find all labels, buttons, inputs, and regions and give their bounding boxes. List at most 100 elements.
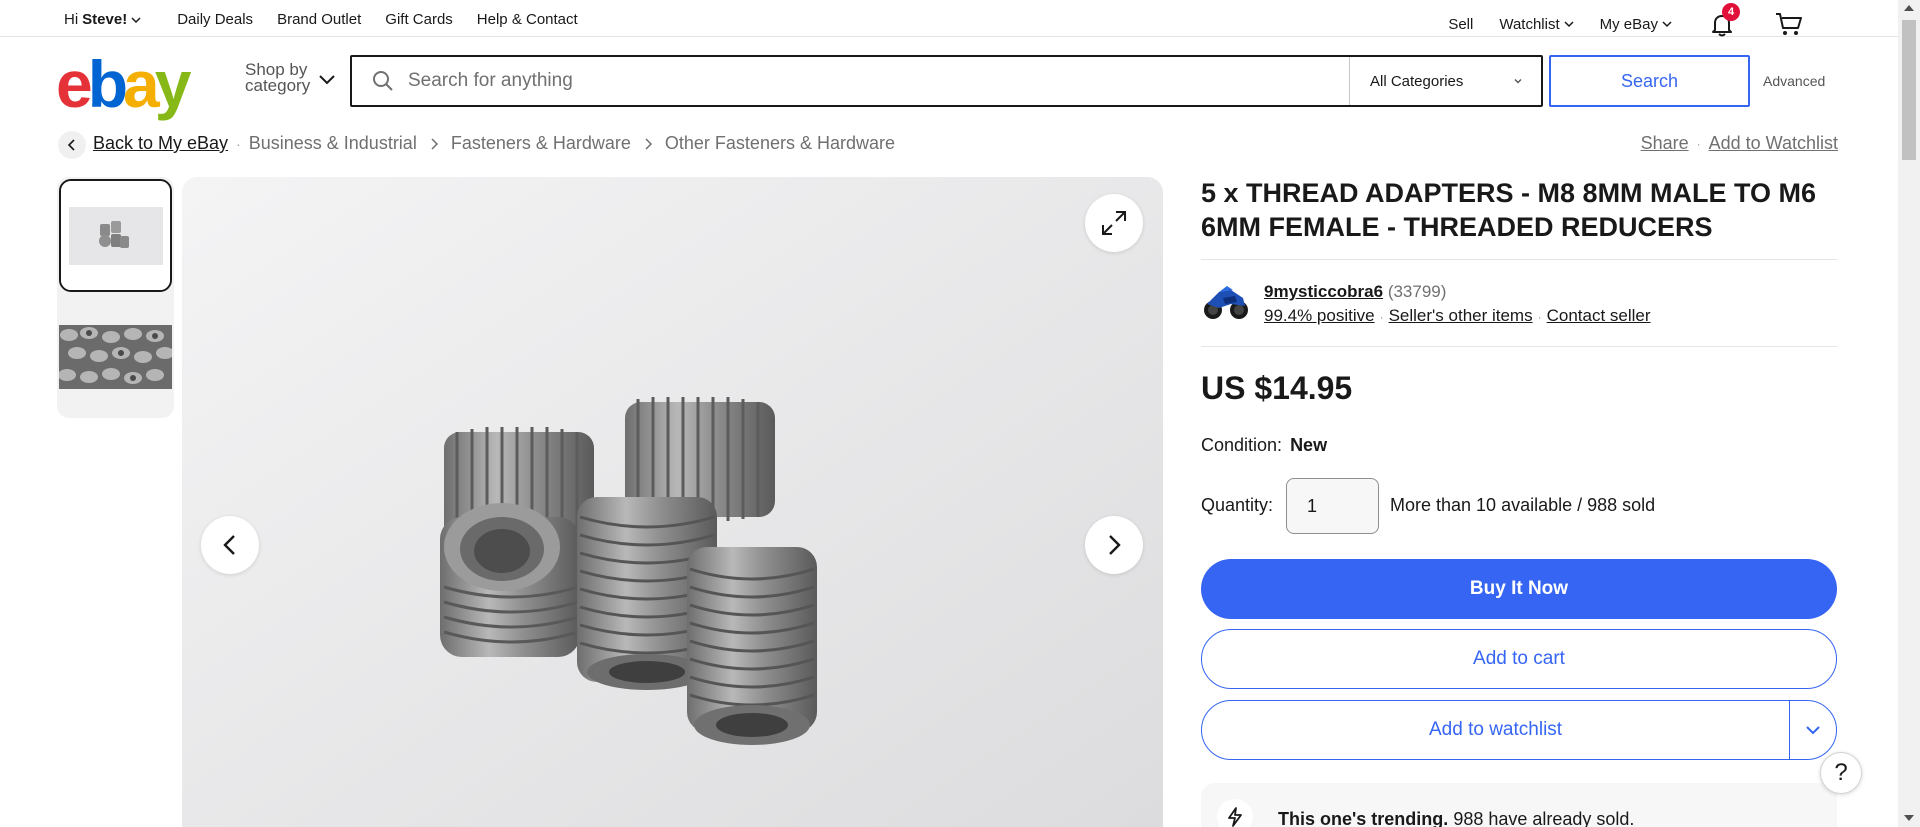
scroll-up-arrow-icon[interactable]: [1904, 5, 1914, 11]
user-name: Steve!: [82, 11, 128, 28]
previous-image-button[interactable]: [201, 516, 259, 574]
watchlist-label: Watchlist: [1499, 15, 1560, 33]
condition-row: Condition: New: [1201, 435, 1327, 456]
next-image-button[interactable]: [1085, 516, 1143, 574]
trending-bold-text: This one's trending.: [1278, 809, 1449, 827]
trending-sold-text: 988 have already sold.: [1453, 809, 1635, 827]
thumbnail-image[interactable]: [59, 301, 172, 414]
search-input[interactable]: Search for anything: [408, 70, 1349, 92]
item-price: US $14.95: [1201, 370, 1353, 406]
breadcrumb-dot: ·: [236, 135, 241, 152]
thumbnail-image[interactable]: [59, 179, 172, 292]
breadcrumb: Back to My eBay · Business & Industrial …: [93, 133, 895, 154]
chevron-down-icon: [1662, 21, 1672, 28]
category-select-value: All Categories: [1370, 72, 1464, 90]
search-bar: Search for anything All Categories: [350, 55, 1543, 107]
gift-cards-link[interactable]: Gift Cards: [385, 11, 453, 28]
seller-name-link[interactable]: 9mysticcobra6: [1264, 282, 1383, 301]
share-watch-links: Share · Add to Watchlist: [1641, 133, 1838, 154]
product-photo: [182, 177, 1163, 827]
seller-positive-link[interactable]: 99.4% positive: [1264, 306, 1375, 325]
greeting-prefix: Hi: [64, 11, 79, 28]
condition-value: New: [1290, 435, 1328, 455]
seller-row: 9mysticcobra6 (33799): [1264, 280, 1651, 304]
add-to-watchlist-label: Add to watchlist: [1429, 719, 1563, 740]
daily-deals-link[interactable]: Daily Deals: [177, 11, 253, 28]
separator-dot: ·: [1379, 310, 1384, 324]
top-left-links: Hi Steve! Daily Deals Brand Outlet Gift …: [64, 11, 602, 28]
quantity-label: Quantity:: [1201, 495, 1274, 515]
seller-links-row: 99.4% positive · Seller's other items · Cont…: [1264, 304, 1651, 329]
chevron-left-icon: [67, 139, 75, 151]
expand-icon: [1102, 211, 1126, 235]
help-contact-link[interactable]: Help & Contact: [477, 11, 578, 28]
logo-letter-y: y: [154, 47, 192, 121]
back-button[interactable]: [58, 131, 86, 159]
condition-label: Condition:: [1201, 435, 1283, 455]
buy-it-now-button[interactable]: Buy It Now: [1201, 559, 1837, 619]
brand-outlet-link[interactable]: Brand Outlet: [277, 11, 361, 28]
chevron-left-icon: [223, 535, 235, 555]
notifications-button[interactable]: 4: [1708, 3, 1740, 38]
seller-other-items-link[interactable]: Seller's other items: [1389, 306, 1533, 325]
trending-banner: This one's trending. 988 have already so…: [1201, 783, 1837, 827]
top-utility-bar: Hi Steve! Daily Deals Brand Outlet Gift …: [0, 0, 1898, 37]
separator-dot: ·: [1537, 310, 1542, 324]
advanced-search-link[interactable]: Advanced: [1763, 73, 1825, 89]
expand-image-button[interactable]: [1085, 194, 1143, 252]
my-ebay-label: My eBay: [1599, 15, 1658, 33]
share-link[interactable]: Share: [1641, 133, 1689, 154]
ebay-logo[interactable]: ebay: [56, 51, 191, 117]
breadcrumb-item[interactable]: Business & Industrial: [249, 133, 417, 154]
watchlist-dropdown-toggle[interactable]: [1790, 725, 1836, 735]
shop-by-category-button[interactable]: Shop by category: [245, 61, 315, 94]
logo-letter-b: b: [87, 47, 128, 121]
add-to-watchlist-button[interactable]: Add to watchlist: [1201, 700, 1837, 760]
add-to-watchlist-link[interactable]: Add to Watchlist: [1709, 133, 1838, 154]
logo-letter-e: e: [56, 47, 93, 121]
chevron-right-icon: [1109, 535, 1121, 555]
search-icon: [373, 71, 393, 91]
page-scrollbar[interactable]: [1898, 0, 1920, 827]
divider: [1201, 346, 1837, 347]
back-to-my-ebay-link[interactable]: Back to My eBay: [93, 133, 228, 154]
chevron-down-icon: [1564, 21, 1574, 28]
cart-icon[interactable]: [1774, 9, 1804, 39]
category-select[interactable]: All Categories: [1349, 57, 1541, 105]
help-button[interactable]: ?: [1820, 752, 1862, 794]
seller-feedback-count: (33799): [1387, 282, 1447, 301]
chevron-right-icon: [645, 137, 652, 150]
chevron-down-icon: [1514, 79, 1522, 84]
listing-title: 5 x THREAD ADAPTERS - M8 8MM MALE TO M6 …: [1201, 178, 1817, 242]
logo-letter-a: a: [123, 47, 160, 121]
seller-avatar[interactable]: [1201, 280, 1249, 320]
chevron-down-icon: [131, 16, 141, 23]
quantity-input[interactable]: 1: [1286, 478, 1379, 534]
chevron-right-icon: [431, 137, 438, 150]
scrollbar-thumb[interactable]: [1902, 20, 1916, 160]
sell-link[interactable]: Sell: [1448, 16, 1473, 33]
add-to-cart-button[interactable]: Add to cart: [1201, 629, 1837, 689]
chevron-down-icon: [1806, 726, 1820, 735]
watchlist-menu[interactable]: Watchlist: [1499, 15, 1574, 33]
availability-text: More than 10 available / 988 sold: [1390, 495, 1656, 515]
chevron-down-icon[interactable]: [318, 72, 336, 86]
scroll-down-arrow-icon[interactable]: [1904, 815, 1914, 821]
notification-badge: 4: [1722, 3, 1740, 21]
separator-dot: ·: [1696, 136, 1701, 151]
thumbnail-strip: [57, 177, 174, 418]
top-right-links: Sell Watchlist My eBay 4: [1422, 3, 1804, 39]
user-greeting[interactable]: Hi Steve!: [64, 11, 141, 28]
main-product-image[interactable]: [182, 177, 1163, 827]
lightning-icon: [1217, 799, 1253, 827]
thumbnail-photo: [59, 301, 172, 414]
trending-text: This one's trending. 988 have already so…: [1278, 809, 1634, 827]
contact-seller-link[interactable]: Contact seller: [1547, 306, 1651, 325]
search-button[interactable]: Search: [1549, 55, 1750, 107]
divider: [1201, 259, 1837, 260]
seller-info: 9mysticcobra6 (33799) 99.4% positive · Sel…: [1264, 280, 1651, 329]
my-ebay-menu[interactable]: My eBay: [1600, 16, 1672, 33]
thumbnail-photo: [61, 181, 170, 290]
breadcrumb-item[interactable]: Fasteners & Hardware: [451, 133, 631, 154]
breadcrumb-item[interactable]: Other Fasteners & Hardware: [665, 133, 895, 154]
